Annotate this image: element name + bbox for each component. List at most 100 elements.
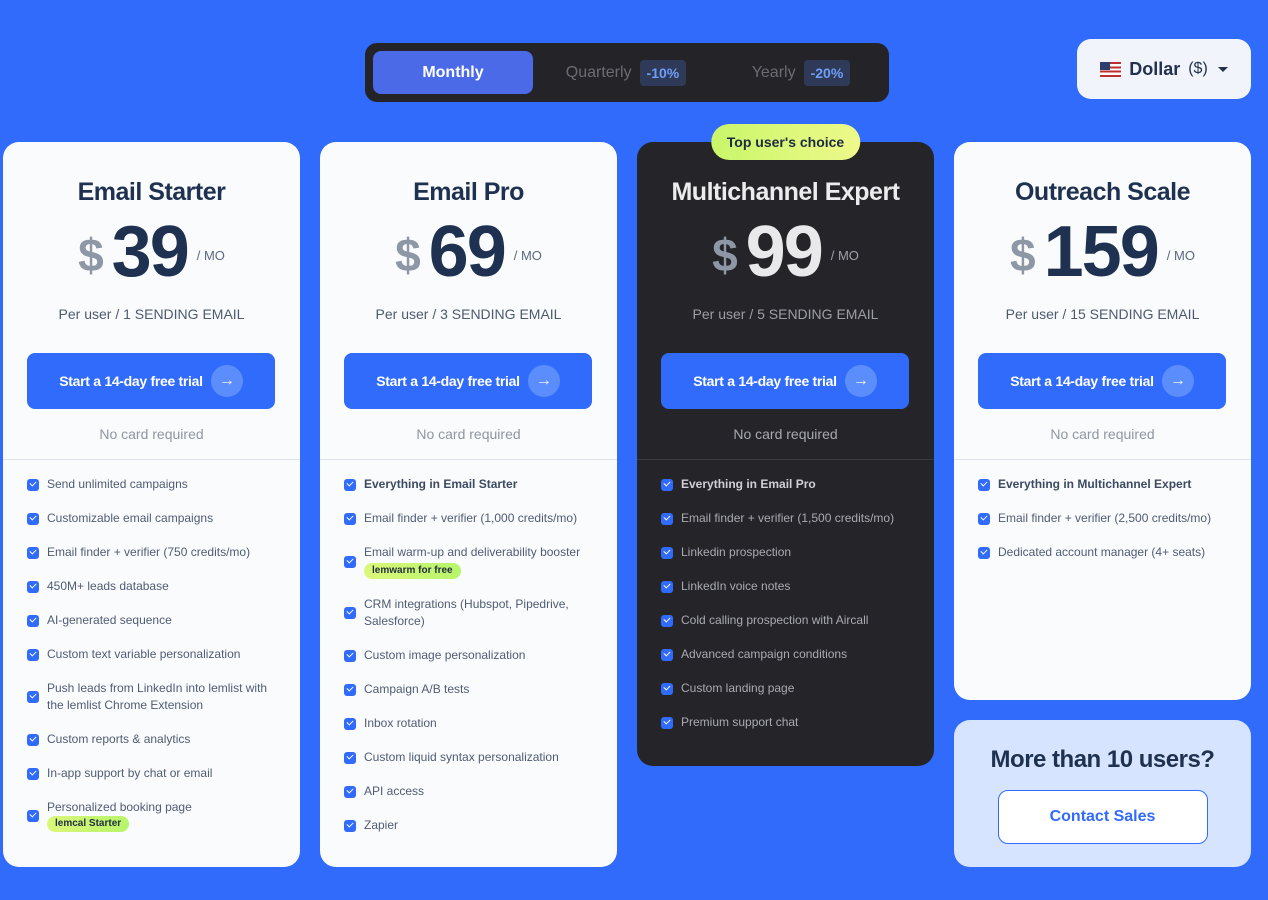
plan-name: Outreach Scale [1014, 178, 1191, 206]
feature-text-wrap: Email finder + verifier (2,500 credits/m… [998, 510, 1211, 527]
price: $ 69 / MO [320, 212, 617, 292]
start-trial-button[interactable]: Start a 14-day free trial → [27, 353, 275, 409]
feature-text: Everything in Email Starter [364, 477, 518, 491]
feature-text-wrap: Linkedin prospection [681, 544, 791, 561]
tab-monthly[interactable]: Monthly [373, 51, 533, 94]
feature-text: Advanced campaign conditions [681, 647, 848, 661]
feature-item: Email warm-up and deliverability booster… [344, 544, 593, 579]
feature-text: Dedicated account manager (4+ seats) [998, 545, 1206, 559]
start-trial-button[interactable]: Start a 14-day free trial → [978, 353, 1226, 409]
feature-text: 450M+ leads database [47, 579, 169, 593]
per-user-info: Per user / 5 SENDING EMAIL [692, 306, 879, 322]
price: $ 99 / MO [637, 212, 934, 292]
feature-text: LinkedIn voice notes [681, 579, 791, 593]
contact-sales-button[interactable]: Contact Sales [997, 790, 1208, 844]
feature-text: Zapier [364, 818, 399, 832]
feature-text: Custom liquid syntax personalization [364, 750, 559, 764]
arrow-right-icon: → [844, 365, 877, 397]
tab-yearly[interactable]: Yearly -20% [721, 51, 881, 94]
feature-text: API access [364, 784, 425, 798]
feature-item: LinkedIn voice notes [661, 578, 910, 595]
per-user-info: Per user / 3 SENDING EMAIL [375, 306, 562, 322]
price-period: / MO [1166, 247, 1195, 263]
feature-item: Send unlimited campaigns [27, 476, 276, 493]
checkbox-checked-icon [344, 478, 356, 491]
checkbox-checked-icon [661, 682, 673, 695]
feature-text-wrap: 450M+ leads database [47, 578, 169, 595]
feature-item: API access [344, 783, 593, 800]
plan-header: Email Pro $ 69 / MO Per user / 3 SENDING… [320, 142, 617, 460]
feature-text: Custom landing page [681, 681, 795, 695]
feature-item: Zapier [344, 817, 593, 834]
start-trial-label: Start a 14-day free trial [1010, 373, 1154, 389]
feature-text-wrap: Custom landing page [681, 680, 794, 697]
feature-text: Cold calling prospection with Aircall [681, 613, 869, 627]
start-trial-button[interactable]: Start a 14-day free trial → [344, 353, 592, 409]
checkbox-checked-icon [344, 717, 356, 730]
arrow-right-icon: → [210, 365, 243, 397]
feature-text: Custom text variable personalization [47, 647, 241, 661]
feature-item: Everything in Multichannel Expert [978, 476, 1227, 493]
currency-name: Dollar [1129, 58, 1181, 79]
price-value: 69 [428, 212, 507, 292]
checkbox-checked-icon [344, 785, 356, 798]
plan-card: Email Starter $ 39 / MO Per user / 1 SEN… [3, 142, 300, 867]
feature-text: CRM integrations (Hubspot, Pipedrive, Sa… [364, 597, 569, 628]
feature-text-wrap: CRM integrations (Hubspot, Pipedrive, Sa… [364, 596, 593, 630]
feature-text-wrap: Push leads from LinkedIn into lemlist wi… [47, 680, 276, 714]
feature-text-wrap: API access [364, 783, 424, 800]
start-trial-label: Start a 14-day free trial [693, 373, 837, 389]
price: $ 39 / MO [3, 212, 300, 292]
feature-item: Campaign A/B tests [344, 681, 593, 698]
feature-item: Custom landing page [661, 680, 910, 697]
feature-list: Everything in Email Pro Email finder + v… [637, 460, 934, 731]
plan-header: Outreach Scale $ 159 / MO Per user / 15 … [954, 142, 1251, 460]
start-trial-label: Start a 14-day free trial [376, 373, 520, 389]
feature-text: Custom image personalization [364, 648, 526, 662]
checkbox-checked-icon [978, 478, 990, 491]
feature-text: Premium support chat [681, 715, 799, 729]
feature-text-wrap: Everything in Email Starter [364, 476, 517, 493]
feature-item: 450M+ leads database [27, 578, 276, 595]
no-card-note: No card required [416, 426, 521, 442]
price-currency: $ [712, 229, 738, 281]
feature-item: Custom reports & analytics [27, 731, 276, 748]
checkbox-checked-icon [27, 512, 39, 525]
feature-item: Inbox rotation [344, 715, 593, 732]
feature-list: Everything in Email Starter Email finder… [320, 460, 617, 834]
currency-selector[interactable]: Dollar ($) [1077, 39, 1251, 99]
price-value: 99 [745, 212, 824, 292]
feature-text-wrap: Cold calling prospection with Aircall [681, 612, 868, 629]
feature-item: Custom text variable personalization [27, 646, 276, 663]
plan-name: Multichannel Expert [671, 178, 900, 206]
start-trial-button[interactable]: Start a 14-day free trial → [661, 353, 909, 409]
feature-text-wrap: AI-generated sequence [47, 612, 172, 629]
checkbox-checked-icon [27, 767, 39, 780]
checkbox-checked-icon [344, 819, 356, 832]
feature-text-wrap: Customizable email campaigns [47, 510, 213, 527]
feature-text-wrap: Dedicated account manager (4+ seats) [998, 544, 1205, 561]
price-currency: $ [395, 229, 421, 281]
checkbox-checked-icon [661, 614, 673, 627]
feature-text-wrap: Send unlimited campaigns [47, 476, 188, 493]
feature-text: Linkedin prospection [681, 545, 792, 559]
feature-item: Advanced campaign conditions [661, 646, 910, 663]
price-period: / MO [513, 247, 542, 263]
checkbox-checked-icon [27, 648, 39, 661]
checkbox-checked-icon [661, 580, 673, 593]
feature-text-wrap: Campaign A/B tests [364, 681, 469, 698]
feature-text: Custom reports & analytics [47, 732, 191, 746]
tab-quarterly[interactable]: Quarterly -10% [541, 51, 711, 94]
feature-text: Inbox rotation [364, 716, 437, 730]
per-user-info: Per user / 1 SENDING EMAIL [58, 306, 245, 322]
feature-item: Everything in Email Starter [344, 476, 593, 493]
feature-text-wrap: Everything in Multichannel Expert [998, 476, 1191, 493]
plan-header: Email Starter $ 39 / MO Per user / 1 SEN… [3, 142, 300, 460]
enterprise-card: More than 10 users? Contact Sales [954, 720, 1251, 867]
feature-text-wrap: In-app support by chat or email [47, 765, 212, 782]
no-card-note: No card required [733, 426, 838, 442]
feature-item: Premium support chat [661, 714, 910, 731]
feature-item: Everything in Email Pro [661, 476, 910, 493]
enterprise-title: More than 10 users? [990, 746, 1215, 773]
feature-text: Email finder + verifier (750 credits/mo) [47, 545, 251, 559]
